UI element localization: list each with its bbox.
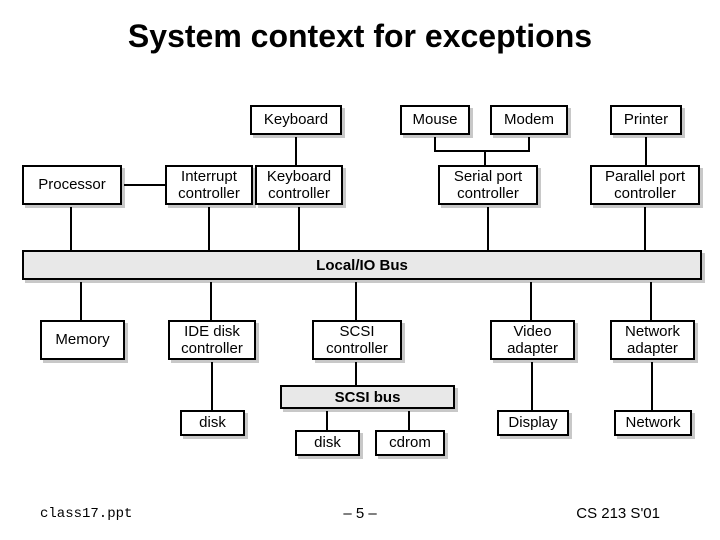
connector [530, 282, 532, 320]
connector [298, 207, 300, 250]
connector [355, 282, 357, 320]
box-disk-scsi: disk [295, 430, 360, 456]
connector [650, 282, 652, 320]
box-ide-disk-controller: IDE disk controller [168, 320, 256, 360]
box-display: Display [497, 410, 569, 436]
box-disk-ide: disk [180, 410, 245, 436]
connector [434, 150, 484, 152]
box-processor: Processor [22, 165, 122, 205]
connector [210, 282, 212, 320]
box-modem: Modem [490, 105, 568, 135]
connector [326, 411, 328, 430]
box-cdrom: cdrom [375, 430, 445, 456]
connector [70, 207, 72, 250]
connector [408, 411, 410, 430]
connector [355, 362, 357, 385]
connector [644, 207, 646, 250]
box-local-io-bus: Local/IO Bus [22, 250, 702, 280]
connector [531, 362, 533, 410]
connector [80, 282, 82, 320]
box-keyboard-controller: Keyboard controller [255, 165, 343, 205]
connector [645, 137, 647, 165]
connector [295, 137, 297, 165]
connector [124, 184, 165, 186]
box-scsi-controller: SCSI controller [312, 320, 402, 360]
box-serial-port-controller: Serial port controller [438, 165, 538, 205]
box-mouse: Mouse [400, 105, 470, 135]
connector [484, 150, 530, 152]
box-video-adapter: Video adapter [490, 320, 575, 360]
box-keyboard: Keyboard [250, 105, 342, 135]
box-network-adapter: Network adapter [610, 320, 695, 360]
connector [211, 362, 213, 410]
connector [208, 207, 210, 250]
page-title: System context for exceptions [0, 18, 720, 55]
box-parallel-port-controller: Parallel port controller [590, 165, 700, 205]
box-scsi-bus: SCSI bus [280, 385, 455, 409]
connector [651, 362, 653, 410]
box-interrupt-controller: Interrupt controller [165, 165, 253, 205]
connector [487, 207, 489, 250]
box-network: Network [614, 410, 692, 436]
box-printer: Printer [610, 105, 682, 135]
box-memory: Memory [40, 320, 125, 360]
footer-course: CS 213 S'01 [576, 505, 660, 522]
connector [484, 150, 486, 165]
